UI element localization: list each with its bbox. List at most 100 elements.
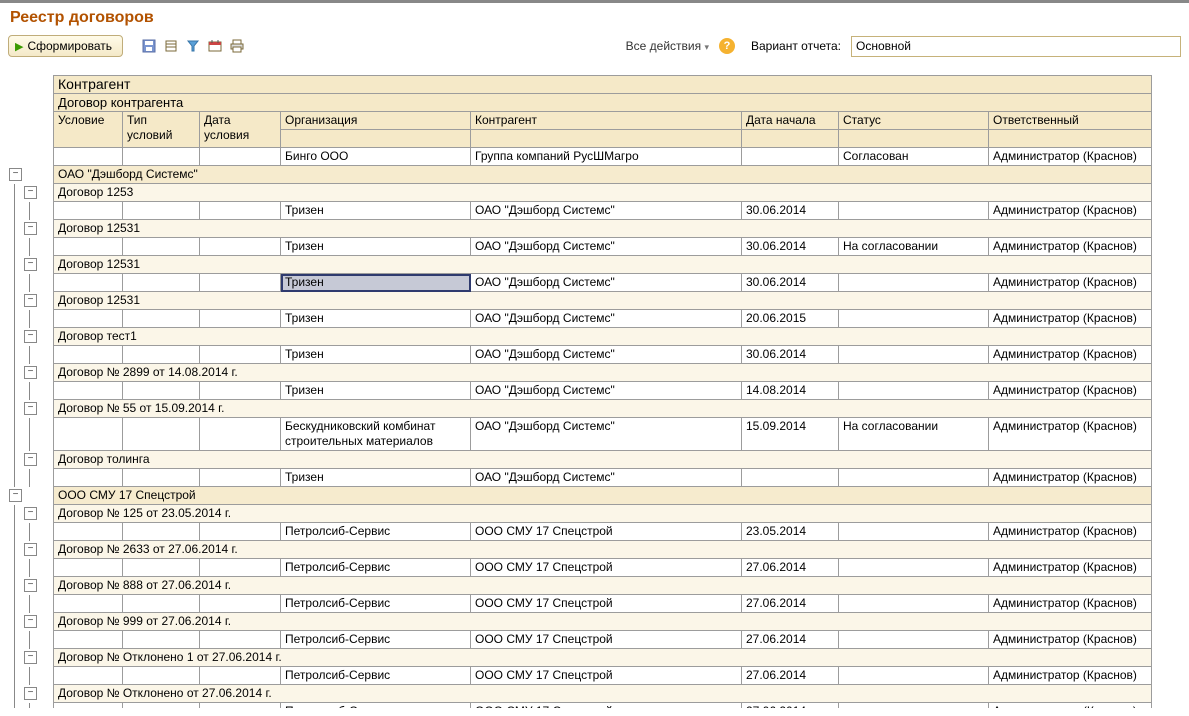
detail-row[interactable]: ТризенОАО "Дэшборд Системс"Администратор… (8, 469, 1152, 487)
detail-row[interactable]: Петролсиб-СервисООО СМУ 17 Спецстрой23.0… (8, 523, 1152, 541)
tree-collapse-icon[interactable]: − (24, 366, 37, 379)
cell-cond-type (123, 238, 200, 256)
group-row-contract[interactable]: − Договор № 2633 от 27.06.2014 г. (8, 541, 1152, 559)
filter-icon[interactable] (185, 38, 201, 54)
detail-row[interactable]: ТризенОАО "Дэшборд Системс"30.06.2014Адм… (8, 346, 1152, 364)
cell-condition (54, 631, 123, 649)
detail-row[interactable]: Петролсиб-СервисООО СМУ 17 Спецстрой27.0… (8, 595, 1152, 613)
detail-row[interactable]: ТризенОАО "Дэшборд Системс"30.06.2014Адм… (8, 274, 1152, 292)
detail-row[interactable]: ТризенОАО "Дэшборд Системс"30.06.2014Адм… (8, 202, 1152, 220)
tree-gutter (38, 310, 54, 328)
help-icon[interactable]: ? (719, 38, 735, 54)
group-row-contract[interactable]: − Договор 12531 (8, 292, 1152, 310)
group-row-contract[interactable]: −Договор тест1 (8, 328, 1152, 346)
detail-row[interactable]: Петролсиб-СервисООО СМУ 17 Спецстрой27.0… (8, 703, 1152, 709)
tree-gutter (23, 76, 38, 94)
group-label: Договор 12531 (54, 292, 1152, 310)
tree-collapse-icon[interactable]: − (24, 507, 37, 520)
column-header: Ответственный (989, 112, 1152, 130)
tree-collapse-icon[interactable]: − (24, 402, 37, 415)
tree-collapse-icon[interactable]: − (9, 489, 22, 502)
tree-collapse-icon[interactable]: − (24, 294, 37, 307)
tree-gutter[interactable]: − (23, 649, 38, 667)
tree-gutter (23, 112, 38, 130)
tree-gutter[interactable]: − (23, 613, 38, 631)
detail-row[interactable]: Петролсиб-СервисООО СМУ 17 Спецстрой27.0… (8, 559, 1152, 577)
column-header: Тип условий (123, 112, 200, 148)
cell-status (839, 559, 989, 577)
tree-gutter[interactable]: − (23, 505, 38, 523)
group-row-contract[interactable]: −Договор 12531 (8, 256, 1152, 274)
tree-collapse-icon[interactable]: − (24, 186, 37, 199)
all-actions-menu[interactable]: Все действия ▾ (626, 39, 709, 53)
tree-collapse-icon[interactable]: − (9, 168, 22, 181)
tree-gutter (8, 292, 23, 310)
detail-row[interactable]: Бескудниковский комбинат строительных ма… (8, 418, 1152, 451)
detail-row[interactable]: Бинго ОООГруппа компаний РусШМагроСоглас… (8, 148, 1152, 166)
cell-cond-type (123, 667, 200, 685)
variant-input[interactable] (851, 36, 1181, 57)
cell-cond-date (200, 703, 281, 709)
detail-row[interactable]: ТризенОАО "Дэшборд Системс"30.06.2014На … (8, 238, 1152, 256)
tree-collapse-icon[interactable]: − (24, 543, 37, 556)
tree-gutter (38, 487, 54, 505)
tree-gutter (38, 220, 54, 238)
period-icon[interactable] (207, 38, 223, 54)
tree-collapse-icon[interactable]: − (24, 258, 37, 271)
group-label: Договор толинга (54, 451, 1152, 469)
group-row-contragent[interactable]: −ООО СМУ 17 Спецстрой (8, 487, 1152, 505)
group-row-contract[interactable]: −Договор № 999 от 27.06.2014 г. (8, 613, 1152, 631)
detail-row[interactable]: ТризенОАО "Дэшборд Системс"14.08.2014Адм… (8, 382, 1152, 400)
tree-gutter[interactable]: − (23, 541, 38, 559)
tree-gutter[interactable]: − (8, 166, 23, 184)
detail-row[interactable]: ТризенОАО "Дэшборд Системс"20.06.2015Адм… (8, 310, 1152, 328)
tree-gutter (8, 559, 23, 577)
tree-gutter (8, 667, 23, 685)
tree-gutter[interactable]: − (23, 220, 38, 238)
group-label: Договор № 2633 от 27.06.2014 г. (54, 541, 1152, 559)
tree-gutter[interactable]: − (23, 685, 38, 703)
save-icon[interactable] (141, 38, 157, 54)
tree-gutter[interactable]: − (23, 451, 38, 469)
tree-gutter[interactable]: − (23, 577, 38, 595)
tree-collapse-icon[interactable]: − (24, 222, 37, 235)
group-row-contract[interactable]: −Договор № 55 от 15.09.2014 г. (8, 400, 1152, 418)
tree-collapse-icon[interactable]: − (24, 453, 37, 466)
tree-collapse-icon[interactable]: − (24, 615, 37, 628)
group-row-contract[interactable]: −Договор № 125 от 23.05.2014 г. (8, 505, 1152, 523)
group-row-contract[interactable]: −Договор № Отклонено 1 от 27.06.2014 г. (8, 649, 1152, 667)
column-header: Условие (54, 112, 123, 148)
tree-gutter[interactable]: − (23, 364, 38, 382)
cell-responsible: Администратор (Краснов) (989, 382, 1152, 400)
group-row-contract[interactable]: −Договор 12531 (8, 220, 1152, 238)
detail-row[interactable]: Петролсиб-СервисООО СМУ 17 Спецстрой27.0… (8, 631, 1152, 649)
tree-gutter[interactable]: − (23, 184, 38, 202)
tree-gutter[interactable]: − (23, 328, 38, 346)
tree-gutter (38, 112, 54, 130)
column-header (989, 130, 1152, 148)
cell-cond-date (200, 310, 281, 328)
group-row-contract[interactable]: − Договор толинга (8, 451, 1152, 469)
column-header: Дата начала (742, 112, 839, 130)
group-row-contract[interactable]: −Договор 1253 (8, 184, 1152, 202)
tree-gutter[interactable]: − (23, 400, 38, 418)
cell-org: Петролсиб-Сервис (281, 595, 471, 613)
group-row-contract[interactable]: −Договор № Отклонено от 27.06.2014 г. (8, 685, 1152, 703)
tree-collapse-icon[interactable]: − (24, 687, 37, 700)
generate-button[interactable]: ▶ Сформировать (8, 35, 123, 57)
tree-gutter (8, 148, 23, 166)
tree-collapse-icon[interactable]: − (24, 330, 37, 343)
cell-status (839, 667, 989, 685)
tree-collapse-icon[interactable]: − (24, 579, 37, 592)
tree-gutter[interactable]: − (23, 256, 38, 274)
group-row-contragent[interactable]: −ОАО "Дэшборд Системс" (8, 166, 1152, 184)
detail-row[interactable]: Петролсиб-СервисООО СМУ 17 Спецстрой27.0… (8, 667, 1152, 685)
tree-gutter[interactable]: − (8, 487, 23, 505)
settings-icon[interactable] (163, 38, 179, 54)
cell-cond-type (123, 631, 200, 649)
tree-gutter[interactable]: − (23, 292, 38, 310)
group-row-contract[interactable]: −Договор № 888 от 27.06.2014 г. (8, 577, 1152, 595)
print-icon[interactable] (229, 38, 245, 54)
group-row-contract[interactable]: −Договор № 2899 от 14.08.2014 г. (8, 364, 1152, 382)
tree-collapse-icon[interactable]: − (24, 651, 37, 664)
